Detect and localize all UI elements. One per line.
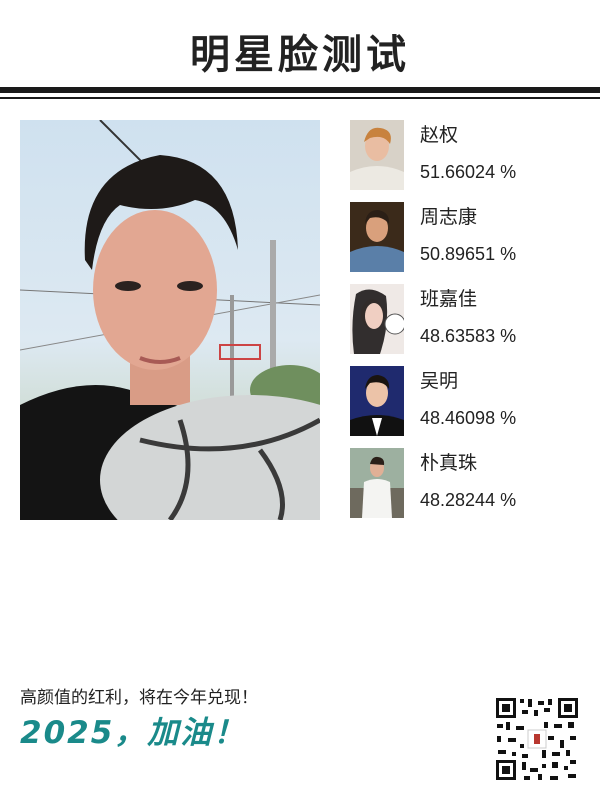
similarity-score: 48.63583 % [420,326,517,346]
celebrity-name: 吴明 [420,370,459,392]
celebrity-name: 赵权 [420,124,459,146]
title-divider-thick [0,87,600,93]
cheer-text: 2025，加油！ [20,715,247,751]
match-list: 赵权 51.66024 % 周志康 50.89651 % 班嘉佳 48.6358… [350,120,590,530]
celebrity-photo-icon [350,202,404,272]
page-title: 明星脸测试 [190,32,410,78]
similarity-score: 48.28244 % [420,490,517,510]
celebrity-photo-icon [350,448,404,518]
celebrity-name: 班嘉佳 [420,288,478,310]
similarity-score: 50.89651 % [420,244,517,264]
user-photo [20,120,320,520]
list-item[interactable]: 班嘉佳 48.63583 % [350,284,590,366]
list-item[interactable]: 朴真珠 48.28244 % [350,448,590,530]
similarity-score: 48.46098 % [420,408,517,428]
celebrity-photo-icon [350,284,404,354]
celebrity-name: 周志康 [420,206,478,228]
list-item[interactable]: 赵权 51.66024 % [350,120,590,202]
similarity-score: 51.66024 % [420,162,517,182]
celebrity-photo-icon [350,366,404,436]
celebrity-photo-icon [350,120,404,190]
list-item[interactable]: 吴明 48.46098 % [350,366,590,448]
qr-code-icon[interactable] [494,696,580,782]
celebrity-name: 朴真珠 [420,452,478,474]
title-divider-thin [0,97,600,99]
slogan-text: 高颜值的红利，将在今年兑现！ [20,688,258,708]
list-item[interactable]: 周志康 50.89651 % [350,202,590,284]
